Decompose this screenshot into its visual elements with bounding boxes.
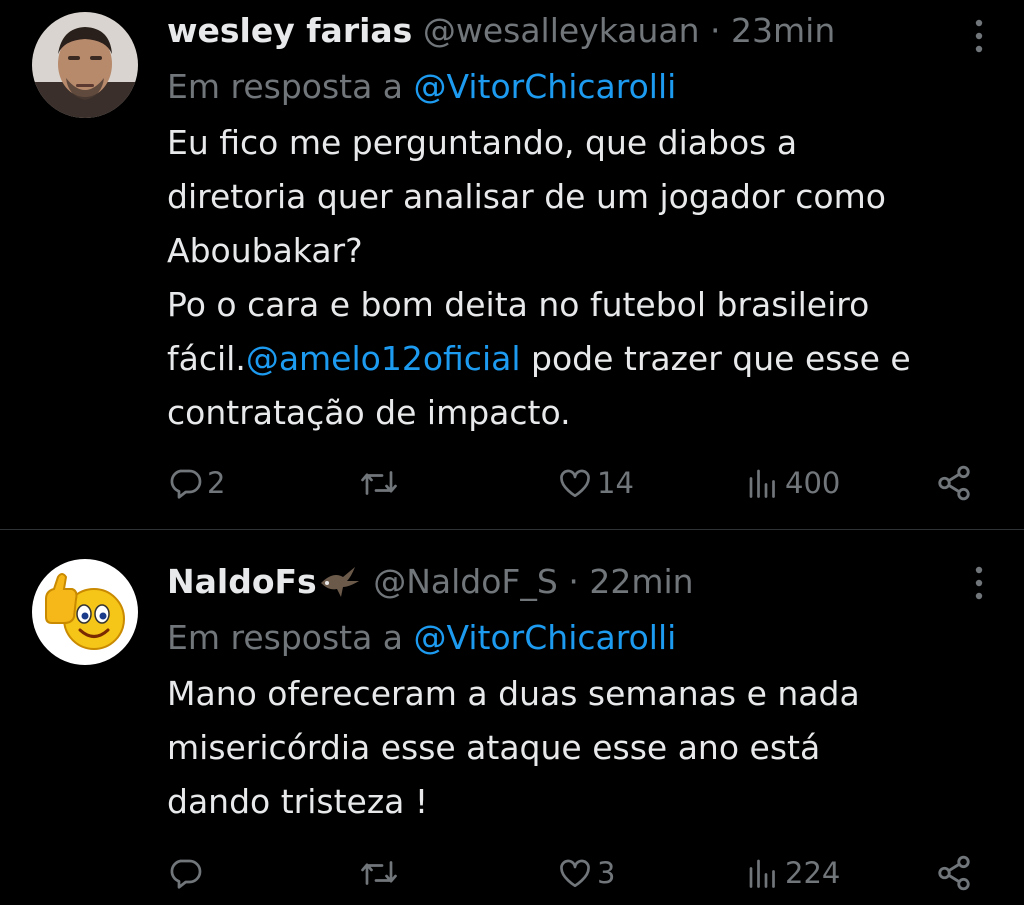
- reply-prefix: Em resposta a: [167, 618, 404, 657]
- tweet-text-line: diretoria quer analisar de um jogador co…: [167, 177, 886, 216]
- views-button[interactable]: 224: [745, 853, 840, 893]
- tweet-text: Eu fico me perguntando, que diabos a dir…: [167, 116, 997, 440]
- reply-context: Em resposta a @VitorChicarolli: [167, 617, 994, 659]
- like-count: 14: [597, 466, 634, 500]
- separator: ·: [710, 11, 721, 50]
- tweet-text-segment: pode trazer que esse e: [520, 339, 911, 378]
- tweet-text-segment: fácil.: [167, 339, 246, 378]
- more-options-icon[interactable]: [964, 563, 994, 603]
- reply-mention-link[interactable]: @VitorChicarolli: [414, 618, 677, 657]
- share-button[interactable]: [935, 463, 973, 503]
- separator: ·: [568, 562, 579, 601]
- tweet[interactable]: NaldoFs @NaldoF_S · 22min Em resposta a …: [0, 531, 1024, 905]
- tweet-text-line: misericórdia esse ataque esse ano está: [167, 728, 821, 767]
- retweet-button[interactable]: [359, 853, 403, 893]
- display-name[interactable]: wesley farias: [167, 11, 412, 50]
- retweet-icon: [361, 471, 397, 495]
- user-handle[interactable]: @NaldoF_S: [373, 562, 558, 601]
- display-name[interactable]: NaldoFs: [167, 562, 317, 601]
- view-count: 400: [785, 466, 841, 500]
- tweet-header: NaldoFs @NaldoF_S · 22min: [167, 561, 994, 603]
- tweet-header: wesley farias @wesalleykauan · 23min: [167, 10, 994, 52]
- tweet-text-line: Aboubakar?: [167, 231, 363, 270]
- reply-count: 2: [207, 466, 226, 500]
- tweet-text-line: dando tristeza !: [167, 782, 429, 821]
- tweet-text-line: fácil.@amelo12oficial pode trazer que es…: [167, 332, 997, 386]
- reply-icon: [170, 469, 202, 499]
- tweet-content: wesley farias @wesalleykauan · 23min Em …: [167, 10, 994, 440]
- action-bar: 2 14 400: [167, 463, 987, 503]
- analytics-bars-icon: [749, 859, 775, 888]
- avatar[interactable]: [32, 559, 138, 665]
- analytics-bars-icon: [749, 469, 775, 498]
- action-bar: 3 224: [167, 853, 987, 893]
- retweet-button[interactable]: [359, 463, 403, 503]
- share-button[interactable]: [935, 853, 973, 893]
- reply-icon: [170, 859, 202, 889]
- heart-icon: [560, 469, 590, 498]
- tweet-text-line: Eu fico me perguntando, que diabos a: [167, 123, 798, 162]
- reply-button[interactable]: [167, 853, 207, 893]
- avatar[interactable]: [32, 12, 138, 118]
- heart-icon: [560, 859, 590, 888]
- like-count: 3: [597, 856, 616, 890]
- tweet-content: NaldoFs @NaldoF_S · 22min Em resposta a …: [167, 561, 994, 829]
- reply-button[interactable]: 2: [167, 463, 225, 503]
- eagle-emoji-icon: [319, 563, 363, 599]
- tweet[interactable]: wesley farias @wesalleykauan · 23min Em …: [0, 0, 1024, 530]
- timestamp[interactable]: 22min: [589, 562, 693, 601]
- share-icon: [938, 855, 970, 891]
- tweet-text-line: Mano ofereceram a duas semanas e nada: [167, 674, 860, 713]
- share-icon: [938, 465, 970, 501]
- like-button[interactable]: 14: [557, 463, 634, 503]
- reply-mention-link[interactable]: @VitorChicarolli: [414, 67, 677, 106]
- view-count: 224: [785, 856, 841, 890]
- reply-prefix: Em resposta a: [167, 67, 404, 106]
- user-handle[interactable]: @wesalleykauan: [423, 11, 700, 50]
- thumbs-up-smiley-avatar-icon: [32, 559, 138, 665]
- more-options-icon[interactable]: [964, 16, 994, 56]
- user-photo-avatar-icon: [32, 12, 138, 118]
- reply-context: Em resposta a @VitorChicarolli: [167, 66, 994, 108]
- like-button[interactable]: 3: [557, 853, 615, 893]
- timestamp[interactable]: 23min: [731, 11, 835, 50]
- tweet-text-line: contratação de impacto.: [167, 393, 571, 432]
- retweet-icon: [361, 861, 397, 885]
- tweet-text-line: Po o cara e bom deita no futebol brasile…: [167, 285, 870, 324]
- tweet-text: Mano ofereceram a duas semanas e nada mi…: [167, 667, 997, 829]
- mention-link[interactable]: @amelo12oficial: [246, 339, 521, 378]
- views-button[interactable]: 400: [745, 463, 840, 503]
